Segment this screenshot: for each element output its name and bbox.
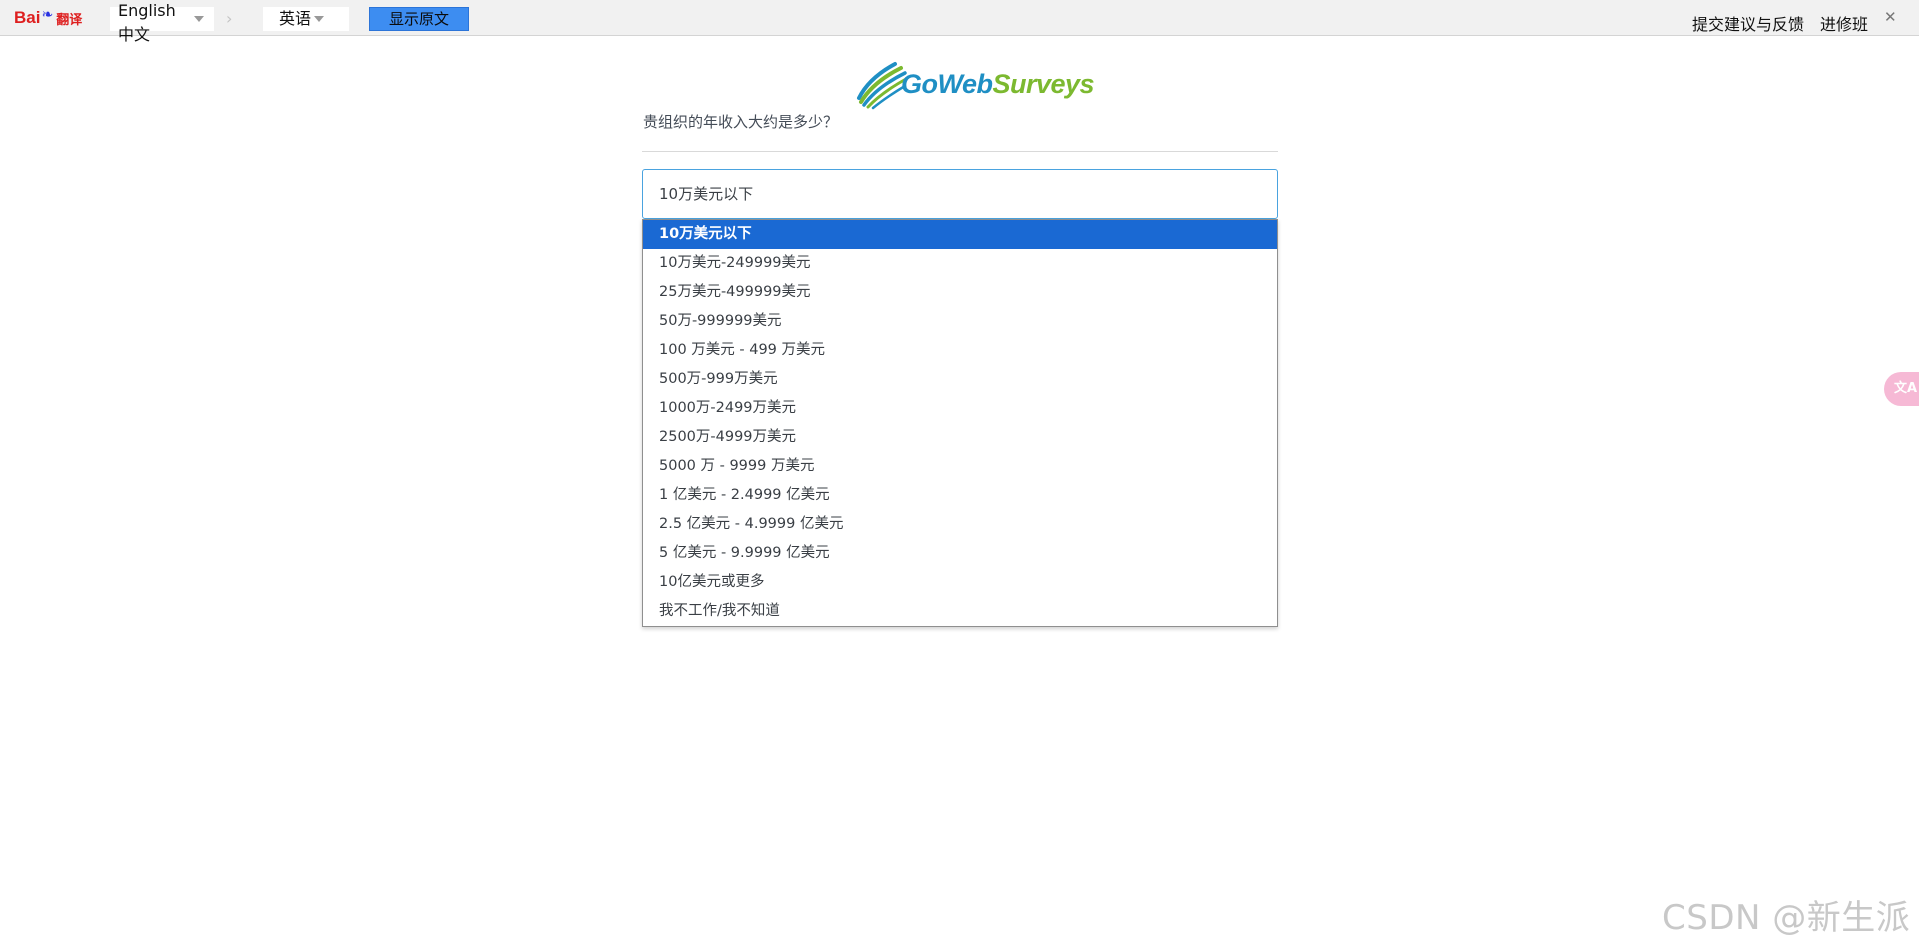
logo-wordmark: GoWebSurveys [901,67,1095,101]
chevron-down-icon [314,16,324,22]
option-item[interactable]: 1000万-2499万美元 [643,394,1277,423]
divider [642,151,1278,152]
option-item[interactable]: 10亿美元或更多 [643,568,1277,597]
translate-toolbar: Bai ❧ 翻译 English 中文 › 英语 显示原文 提交建议与反馈 进修班 … [0,0,1919,44]
advanced-link[interactable]: 进修班 [1820,14,1868,36]
option-item[interactable]: 10万美元以下 [643,220,1277,249]
target-language-select[interactable]: 英语 [263,7,349,31]
floating-translate-tab[interactable]: 文A [1884,372,1919,406]
option-item[interactable]: 100 万美元 - 499 万美元 [643,336,1277,365]
option-item[interactable]: 我不工作/我不知道 [643,597,1277,626]
option-item[interactable]: 1 亿美元 - 2.4999 亿美元 [643,481,1277,510]
option-item[interactable]: 2.5 亿美元 - 4.9999 亿美元 [643,510,1277,539]
option-item[interactable]: 2500万-4999万美元 [643,423,1277,452]
option-item[interactable]: 5000 万 - 9999 万美元 [643,452,1277,481]
logo-wordmark-part2: Surveys [992,69,1095,99]
option-item[interactable]: 25万美元-499999美元 [643,278,1277,307]
gowebsurveys-logo: GoWebSurveys [855,60,1095,110]
revenue-select[interactable]: 10万美元以下 [642,169,1278,219]
target-language-label: 英语 [279,9,312,28]
option-item[interactable]: 500万-999万美元 [643,365,1277,394]
logo-bai-text: Bai [14,8,41,27]
revenue-options-list: 10万美元以下 10万美元-249999美元 25万美元-499999美元 50… [642,219,1278,627]
question-text: 贵组织的年收入大约是多少？ [643,113,839,131]
option-item[interactable]: 50万-999999美元 [643,307,1277,336]
chevron-down-icon [194,16,204,22]
csdn-watermark: CSDN @新生派 [1662,898,1911,938]
baidu-translate-logo[interactable]: Bai ❧ 翻译 [14,5,82,31]
source-language-label: English 中文 [118,1,176,44]
source-language-select[interactable]: English 中文 [110,1,214,44]
feedback-link[interactable]: 提交建议与反馈 [1692,14,1804,36]
option-item[interactable]: 5 亿美元 - 9.9999 亿美元 [643,539,1277,568]
chevron-right-icon: › [226,9,233,28]
option-item[interactable]: 10万美元-249999美元 [643,249,1277,278]
logo-wordmark-part1: GoWeb [901,69,993,99]
show-original-button[interactable]: 显示原文 [369,7,469,31]
translate-icon: 文A [1894,381,1918,396]
select-current-value: 10万美元以下 [659,185,754,203]
close-icon[interactable]: ✕ [1884,9,1897,25]
logo-fanyi-text: 翻译 [56,12,83,28]
paw-icon: ❧ [41,7,54,23]
logo-swoosh-icon [857,62,908,110]
